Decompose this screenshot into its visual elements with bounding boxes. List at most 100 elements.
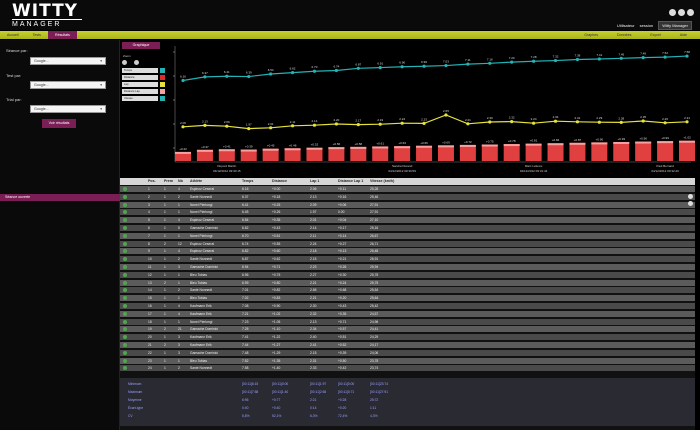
account-dropdown[interactable]: Witty Manager <box>658 21 692 30</box>
table-row[interactable]: 1 1 4 Espinoz Ceserai 6.16 +0.00 2.06 +0.11 25,2… <box>120 186 695 192</box>
scroll-up-icon[interactable] <box>688 194 693 199</box>
summary-cell: +0:28 <box>338 398 347 402</box>
summary-cell: [00:11]27:91 <box>370 390 389 394</box>
test-select[interactable]: Google... ▾ <box>30 81 106 89</box>
table-cell: 2.32 <box>310 311 317 316</box>
open-session-header[interactable]: Séance ouverte <box>0 194 120 201</box>
status-ok-icon <box>123 319 127 324</box>
table-cell: 2.34 <box>310 327 317 332</box>
column-header[interactable]: Athlète <box>190 178 202 185</box>
bar-highlight <box>569 142 586 145</box>
table-cell: +0.51 <box>338 335 347 340</box>
minimize-icon[interactable] <box>669 9 676 16</box>
nav-help[interactable]: Aide <box>672 33 695 37</box>
summary-cell: Écart-type <box>128 406 144 410</box>
legend-item[interactable]: Vitesse <box>122 96 158 101</box>
legend-item[interactable]: Distance <box>122 75 158 80</box>
table-row[interactable]: 6 1 5 Gamache Dominici 6.62 +0.43 2.14 +0.17 25,… <box>120 225 695 231</box>
table-cell: 1 <box>164 218 166 223</box>
table-cell: 1 <box>164 226 166 230</box>
bar-highlight <box>481 144 498 147</box>
chart-tab[interactable]: Graphique <box>122 42 160 49</box>
zoom-out-icon[interactable] <box>134 60 139 65</box>
nav-export[interactable]: Export <box>642 33 668 37</box>
series-teal-point <box>597 57 601 61</box>
table-row[interactable]: 3 1 1 Nonel Pierlongi 6.41 +0.25 2.09 +0.06 27,9… <box>120 201 695 208</box>
table-row[interactable]: 5 1 4 Espinoz Ceserai 6.54 +0.35 2.01 +0.04 27,1… <box>120 217 695 224</box>
table-cell: 6.96 <box>242 272 249 277</box>
window-controls <box>669 9 694 16</box>
table-cell: +1.10 <box>272 327 281 332</box>
table-cell: 27,91 <box>370 202 379 207</box>
zoom-in-icon[interactable] <box>122 60 127 65</box>
table-row[interactable]: 17 1 4 Kaufmann Erik 7.21 +1.02 2.32 +0.35 24,57 <box>120 310 695 317</box>
table-row[interactable]: 20 1 3 Kaufmann Erik 7.41 +1.22 2.40 +0.51 24,29 <box>120 334 695 341</box>
table-cell: 1 <box>178 272 180 277</box>
table-row[interactable]: 24 1 2 Santé Nonnedt 7.58 +1.40 2.33 +0.42 23,74 <box>120 365 695 372</box>
table-row[interactable]: 23 1 1 Bleu Tobias 7.52 +1.35 2.31 +0.50 23,78 <box>120 357 695 364</box>
chevron-down-icon: ▾ <box>100 107 102 111</box>
table-row[interactable]: 13 2 1 Bleu Tobias 6.99 +0.80 2.21 +0.24 25,75 <box>120 279 695 286</box>
legend-item[interactable]: Lap <box>122 82 158 87</box>
table-row[interactable]: 18 1 1 Nonel Pierlongi 7.23 +1.05 2.13 +0.71 24,… <box>120 318 695 325</box>
series-yellow-data-label: 2.24 <box>399 117 405 121</box>
scroll-down-icon[interactable] <box>688 201 693 206</box>
maximize-icon[interactable] <box>678 9 685 16</box>
table-cell: +0.26 <box>272 210 281 215</box>
status-ok-icon <box>123 327 127 332</box>
table-cell: 6.99 <box>242 280 249 285</box>
table-cell: 17 <box>148 311 152 316</box>
table-cell: Nonel Pierlongi <box>190 319 213 324</box>
table-row[interactable]: 7 1 1 Nonel Pierlongi 6.70 +0.51 2.11 +0.14 26,6… <box>120 232 695 239</box>
legend-item[interactable]: Distance Lap <box>122 89 158 94</box>
bar-data-label: +0.48 <box>289 143 297 147</box>
table-cell: +0.14 <box>338 233 347 238</box>
table-row[interactable]: 14 1 2 Santé Nonnedt 7.01 +0.82 2.65 +0.68 25,54 <box>120 287 695 294</box>
tab-home[interactable]: Accueil <box>0 31 26 39</box>
table-row[interactable]: 8 2 12 Espinoz Ceserai 6.74 +0.55 2.24 +0.27 26,… <box>120 240 695 247</box>
table-cell: +0.60 <box>272 249 281 254</box>
column-header[interactable]: Distance <box>272 178 287 185</box>
table-row[interactable]: 2 1 2 Santé Nonnedt 6.37 +0.18 2.13 +0.16 25,46 <box>120 193 695 200</box>
column-header[interactable]: Distance Lap 1 <box>338 178 363 185</box>
table-cell: 20 <box>148 335 152 340</box>
table-cell: 27,10 <box>370 218 379 223</box>
table-row[interactable]: 9 1 4 Espinoz Ceserai 6.82 +0.60 2.18 +0.13 26,4… <box>120 248 695 255</box>
column-header[interactable]: Lap 1 <box>310 178 319 185</box>
legend-item[interactable]: Temps <box>122 68 158 73</box>
close-icon[interactable] <box>687 9 694 16</box>
table-cell: 1 <box>164 202 166 207</box>
table-row[interactable]: 4 1 1 Nonel Pierlongi 6.45 +0.26 1.97 0.00 27,91 <box>120 209 695 216</box>
nav-graphs[interactable]: Graphes <box>576 33 606 37</box>
trial-select[interactable]: Google... ▾ <box>30 105 106 113</box>
column-header[interactable]: Prem <box>164 178 173 185</box>
table-row[interactable]: 22 1 3 Gamache Dominici 7.48 +1.29 2.15 +0.39 24… <box>120 349 695 356</box>
table-cell: 23,78 <box>370 358 379 363</box>
table-cell: 1 <box>178 319 180 324</box>
table-cell: 27,91 <box>370 210 379 215</box>
series-yellow-point <box>663 121 667 125</box>
table-row[interactable]: 15 1 1 Bleu Tobias 7.02 +0.83 2.21 +0.20 25,64 <box>120 295 695 302</box>
status-ok-icon <box>123 233 127 238</box>
column-header[interactable]: Pos. <box>148 178 156 185</box>
column-header[interactable]: Nb <box>178 178 183 185</box>
bar <box>350 146 367 161</box>
table-row[interactable]: 21 2 3 Kaufmann Erik 7.44 +1.27 2.41 +0.52 24,17 <box>120 342 695 348</box>
table-scrollbar[interactable] <box>688 194 695 214</box>
apply-button[interactable]: Voir résultats <box>42 119 76 128</box>
table-row[interactable]: 10 1 2 Santé Nonnedt 6.87 +0.62 2.15 +0.21 26,91 <box>120 256 695 263</box>
session-select[interactable]: Google... ▾ <box>30 57 106 65</box>
table-row[interactable]: 12 1 1 Bleu Tobias 6.96 +0.75 2.27 +0.30 25,78 <box>120 271 695 278</box>
table-row[interactable]: 11 1 3 Gamache Dominici 6.94 +0.71 2.23 +0.26 25… <box>120 264 695 270</box>
tab-tests[interactable]: Tests <box>26 31 48 39</box>
column-header[interactable]: Vitesse (km/h) <box>370 178 394 185</box>
nav-data[interactable]: Données <box>609 33 639 37</box>
tab-results[interactable]: Résultats <box>47 31 77 39</box>
table-cell: +0.11 <box>338 187 347 191</box>
column-header[interactable]: Temps <box>242 178 253 185</box>
status-ok-icon <box>123 226 127 230</box>
table-row[interactable]: 19 2 21 Gamache Dominici 7.25 +1.10 2.34 +0.57 2… <box>120 326 695 333</box>
table-row[interactable]: 16 1 4 Kaufmann Erik 7.08 +0.90 2.30 +0.43 25,42 <box>120 303 695 309</box>
series-teal-point <box>356 66 360 70</box>
table-cell: 1 <box>178 280 180 285</box>
